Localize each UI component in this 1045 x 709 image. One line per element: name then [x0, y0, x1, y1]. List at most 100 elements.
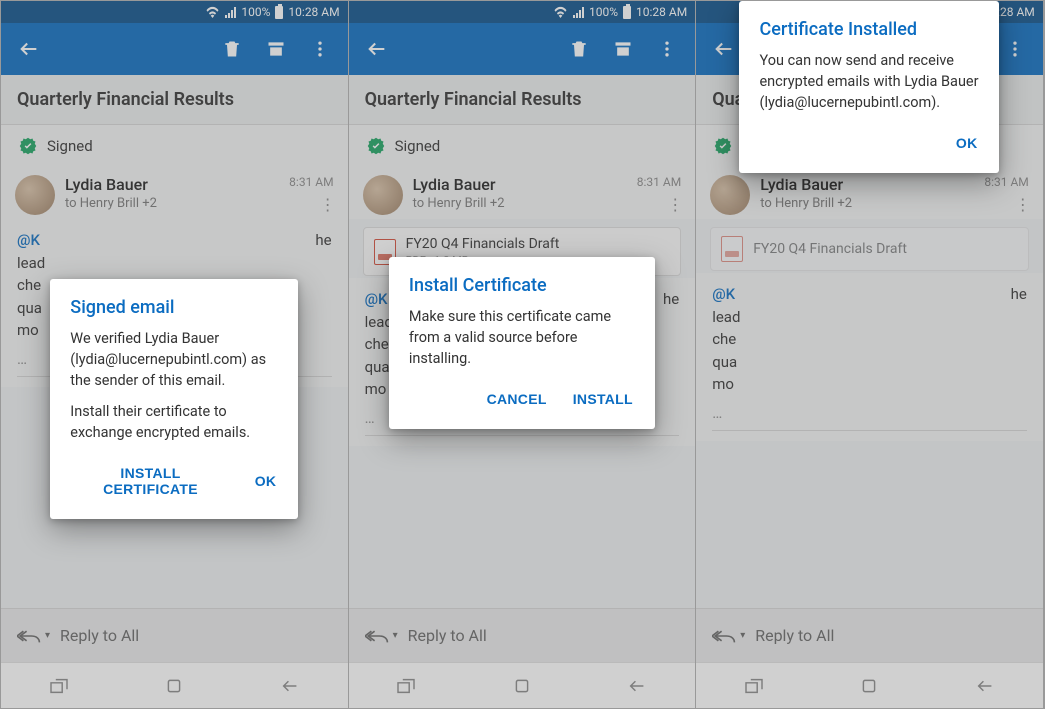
at-mention[interactable]: @K — [17, 231, 40, 249]
ok-button[interactable]: OK — [954, 129, 980, 157]
verified-badge-icon — [367, 137, 385, 155]
verified-badge-icon — [714, 137, 732, 155]
app-toolbar — [349, 23, 696, 75]
install-button[interactable]: INSTALL — [571, 385, 635, 413]
android-nav-bar — [696, 662, 1043, 708]
reply-dropdown-icon[interactable]: ▾ — [740, 630, 745, 641]
sender-recipients: to Henry Brill +2 — [760, 196, 974, 211]
status-time: 10:28 AM — [636, 5, 687, 19]
sender-row[interactable]: Lydia Bauer to Henry Brill +2 8:31 AM ⋮ — [696, 167, 1043, 219]
sender-recipients: to Henry Brill +2 — [65, 196, 279, 211]
android-nav-bar — [349, 662, 696, 708]
certificate-installed-dialog: Certificate Installed You can now send a… — [739, 1, 999, 173]
pdf-file-icon — [721, 236, 743, 262]
email-body-preview: @Khe lead che qua mo … — [696, 273, 1043, 441]
dialog-title: Signed email — [70, 297, 278, 318]
at-mention[interactable]: @K — [712, 285, 735, 303]
ok-button[interactable]: OK — [253, 459, 279, 503]
verified-badge-icon — [19, 137, 37, 155]
sender-avatar — [710, 175, 750, 215]
reply-bar[interactable]: ▾ Reply to All — [1, 608, 348, 662]
attachment-name: FY20 Q4 Financials Draft — [753, 241, 907, 257]
recents-button[interactable] — [39, 666, 79, 706]
at-mention[interactable]: @K — [365, 290, 388, 308]
sender-avatar — [363, 175, 403, 215]
message-overflow-icon[interactable]: ⋮ — [320, 195, 336, 214]
install-certificate-button[interactable]: INSTALL CERTIFICATE — [70, 459, 230, 503]
nav-back-button[interactable] — [617, 666, 657, 706]
screen-install-dialog: 100% 10:28 AM Quarterly Financial Result… — [349, 1, 697, 708]
status-time: 10:28 AM — [288, 5, 339, 19]
dialog-body: You can now send and receive encrypted e… — [759, 50, 979, 113]
dialog-body: Make sure this certificate came from a v… — [409, 306, 635, 369]
reply-all-icon[interactable]: ▾ — [17, 628, 50, 644]
battery-icon — [275, 6, 283, 19]
install-certificate-dialog: Install Certificate Make sure this certi… — [389, 257, 655, 429]
nav-back-button[interactable] — [965, 666, 1005, 706]
message-overflow-icon[interactable]: ⋮ — [1015, 195, 1031, 214]
sender-name: Lydia Bauer — [760, 175, 974, 194]
home-button[interactable] — [849, 666, 889, 706]
wifi-icon — [205, 6, 220, 18]
reply-label: Reply to All — [60, 626, 139, 645]
email-subject: Quarterly Financial Results — [1, 75, 348, 125]
sender-row[interactable]: Lydia Bauer to Henry Brill +2 8:31 AM ⋮ — [1, 167, 348, 219]
sender-row[interactable]: Lydia Bauer to Henry Brill +2 8:31 AM ⋮ — [349, 167, 696, 219]
reply-bar[interactable]: ▾ Reply to All — [696, 608, 1043, 662]
email-subject: Quarterly Financial Results — [349, 75, 696, 125]
signed-status-row[interactable]: Signed — [349, 125, 696, 167]
dialog-body-1: We verified Lydia Bauer (lydia@lucernepu… — [70, 328, 278, 391]
signed-label: Signed — [47, 137, 93, 155]
app-toolbar — [1, 23, 348, 75]
message-time: 8:31 AM — [637, 175, 681, 189]
signed-label: Signed — [395, 137, 441, 155]
attachment-chip[interactable]: FY20 Q4 Financials Draft — [710, 227, 1029, 271]
sender-recipients: to Henry Brill +2 — [413, 196, 627, 211]
battery-pct: 100% — [589, 5, 618, 19]
delete-button[interactable] — [214, 31, 250, 67]
archive-button[interactable] — [258, 31, 294, 67]
reply-label: Reply to All — [755, 626, 834, 645]
back-button[interactable] — [359, 31, 395, 67]
signed-status-row[interactable]: Signed — [1, 125, 348, 167]
message-time: 8:31 AM — [289, 175, 333, 189]
screen-signed-dialog: 100% 10:28 AM Quarterly Financial Result… — [1, 1, 349, 708]
message-time: 8:31 AM — [984, 175, 1028, 189]
signed-email-dialog: Signed email We verified Lydia Bauer (ly… — [50, 279, 298, 519]
signal-icon — [225, 7, 236, 18]
battery-icon — [623, 6, 631, 19]
sender-avatar — [15, 175, 55, 215]
attachment-name: FY20 Q4 Financials Draft — [406, 236, 560, 252]
reply-dropdown-icon[interactable]: ▾ — [393, 630, 398, 641]
reply-label: Reply to All — [408, 626, 487, 645]
reply-all-icon[interactable]: ▾ — [365, 628, 398, 644]
delete-button[interactable] — [561, 31, 597, 67]
status-bar: 100% 10:28 AM — [1, 1, 348, 23]
message-overflow-icon[interactable]: ⋮ — [667, 195, 683, 214]
home-button[interactable] — [154, 666, 194, 706]
reply-bar[interactable]: ▾ Reply to All — [349, 608, 696, 662]
reply-all-icon[interactable]: ▾ — [712, 628, 745, 644]
screen-installed-dialog: 100% 10:28 AM Quarterly Financial Result… — [696, 1, 1044, 708]
recents-button[interactable] — [386, 666, 426, 706]
reply-dropdown-icon[interactable]: ▾ — [45, 630, 50, 641]
dialog-title: Certificate Installed — [759, 19, 979, 40]
archive-button[interactable] — [605, 31, 641, 67]
back-button[interactable] — [706, 31, 742, 67]
wifi-icon — [553, 6, 568, 18]
dialog-title: Install Certificate — [409, 275, 635, 296]
overflow-button[interactable] — [649, 31, 685, 67]
signal-icon — [573, 7, 584, 18]
sender-name: Lydia Bauer — [413, 175, 627, 194]
sender-name: Lydia Bauer — [65, 175, 279, 194]
back-button[interactable] — [11, 31, 47, 67]
status-bar: 100% 10:28 AM — [349, 1, 696, 23]
nav-back-button[interactable] — [270, 666, 310, 706]
cancel-button[interactable]: CANCEL — [485, 385, 549, 413]
home-button[interactable] — [502, 666, 542, 706]
overflow-button[interactable] — [302, 31, 338, 67]
overflow-button[interactable] — [997, 31, 1033, 67]
android-nav-bar — [1, 662, 348, 708]
battery-pct: 100% — [241, 5, 270, 19]
recents-button[interactable] — [734, 666, 774, 706]
